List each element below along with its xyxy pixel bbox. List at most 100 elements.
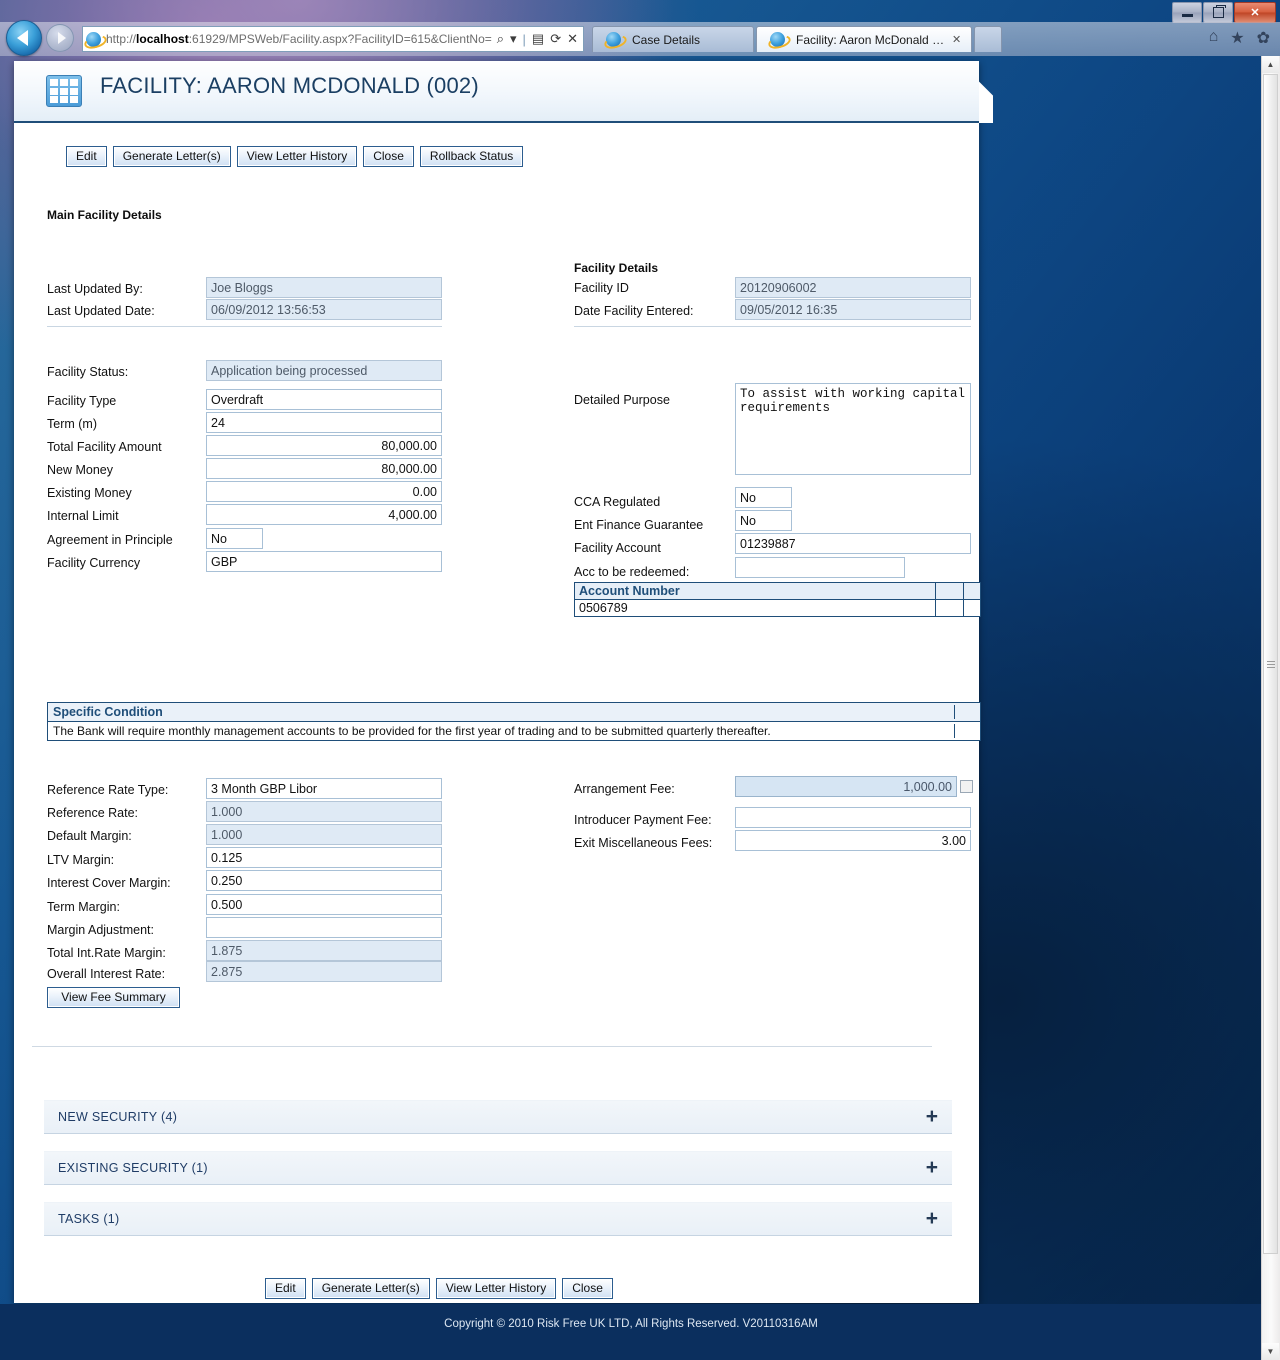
account-number-grid-header: Account Number xyxy=(575,583,980,600)
home-icon[interactable]: ⌂ xyxy=(1209,28,1219,48)
last-updated-date-field[interactable] xyxy=(206,299,442,320)
ent-finance-guarantee-field[interactable] xyxy=(735,510,792,531)
last-updated-by-field[interactable] xyxy=(206,277,442,298)
settings-gear-icon[interactable]: ✿ xyxy=(1257,28,1270,48)
facility-currency-label: Facility Currency xyxy=(47,556,141,570)
edit-button-bottom[interactable]: Edit xyxy=(265,1278,306,1299)
edit-button-top[interactable]: Edit xyxy=(66,146,107,167)
view-fee-summary-button[interactable]: View Fee Summary xyxy=(47,987,180,1008)
introducer-payment-fee-field[interactable] xyxy=(735,807,971,828)
chevron-down-icon[interactable]: ▾ xyxy=(510,31,517,47)
acc-to-be-redeemed-label: Acc to be redeemed: xyxy=(574,565,690,579)
accordion-existing-security[interactable]: EXISTING SECURITY (1) + xyxy=(44,1151,952,1185)
facility-type-field[interactable] xyxy=(206,389,442,410)
tab-label: Facility: Aaron McDonald (0... xyxy=(796,32,946,47)
rollback-status-button[interactable]: Rollback Status xyxy=(419,146,524,167)
cca-regulated-field[interactable] xyxy=(735,487,792,508)
tab-label: Case Details xyxy=(632,32,701,47)
close-tab-icon[interactable]: ✕ xyxy=(952,33,961,46)
exit-miscellaneous-fees-field[interactable] xyxy=(735,830,971,851)
top-toolbar: Edit Generate Letter(s) View Letter Hist… xyxy=(66,146,524,167)
divider-right xyxy=(574,326,971,327)
new-tab-button[interactable] xyxy=(974,26,1003,52)
scroll-down-arrow-icon[interactable]: ▼ xyxy=(1262,1343,1279,1360)
arrangement-fee-checkbox[interactable] xyxy=(960,780,973,793)
specific-condition-text: The Bank will require monthly management… xyxy=(53,724,771,738)
internet-explorer-icon xyxy=(86,31,101,47)
divider-left xyxy=(47,326,442,327)
reference-rate-type-field[interactable] xyxy=(206,778,442,799)
agreement-in-principle-field[interactable] xyxy=(206,528,263,549)
acc-to-be-redeemed-field[interactable] xyxy=(735,557,905,578)
overall-interest-rate-field[interactable] xyxy=(206,961,442,982)
last-updated-date-label: Last Updated Date: xyxy=(47,304,155,318)
generate-letters-button-top[interactable]: Generate Letter(s) xyxy=(112,146,231,167)
date-facility-entered-field[interactable] xyxy=(735,299,971,320)
compatibility-view-icon[interactable]: ▤ xyxy=(532,31,544,47)
refresh-icon[interactable]: ⟳ xyxy=(550,31,561,47)
generate-letters-button-bottom[interactable]: Generate Letter(s) xyxy=(311,1278,430,1299)
term-margin-field[interactable] xyxy=(206,894,442,915)
ltv-margin-field[interactable] xyxy=(206,847,442,868)
internal-limit-label: Internal Limit xyxy=(47,509,119,523)
restore-button[interactable] xyxy=(1203,2,1233,23)
favorites-icon[interactable]: ★ xyxy=(1230,28,1244,48)
tab-case-details[interactable]: Case Details xyxy=(592,26,754,52)
scrollbar-thumb[interactable] xyxy=(1263,74,1278,1254)
view-letter-history-button-bottom[interactable]: View Letter History xyxy=(435,1278,557,1299)
total-facility-amount-label: Total Facility Amount xyxy=(47,440,162,454)
close-button-top[interactable]: Close xyxy=(363,146,414,167)
scroll-up-arrow-icon[interactable]: ▲ xyxy=(1262,56,1279,73)
new-money-field[interactable] xyxy=(206,458,442,479)
accordion-new-security[interactable]: NEW SECURITY (4) + xyxy=(44,1100,952,1134)
exit-miscellaneous-fees-label: Exit Miscellaneous Fees: xyxy=(574,836,713,850)
accordion-label: TASKS (1) xyxy=(58,1212,120,1226)
accordion-tasks[interactable]: TASKS (1) + xyxy=(44,1202,952,1236)
stop-icon[interactable]: ✕ xyxy=(567,31,578,47)
accordion-label: NEW SECURITY (4) xyxy=(58,1110,178,1124)
term-months-field[interactable] xyxy=(206,412,442,433)
margin-adjustment-label: Margin Adjustment: xyxy=(47,923,154,937)
term-margin-label: Term Margin: xyxy=(47,900,120,914)
address-bar[interactable]: http://localhost:61929/MPSWeb/Facility.a… xyxy=(82,26,584,52)
facility-account-field[interactable] xyxy=(735,533,971,554)
total-interest-rate-margin-field[interactable] xyxy=(206,940,442,961)
existing-money-field[interactable] xyxy=(206,481,442,502)
interest-cover-margin-label: Interest Cover Margin: xyxy=(47,876,171,890)
reference-rate-field[interactable] xyxy=(206,801,442,822)
expand-plus-icon[interactable]: + xyxy=(926,1106,938,1127)
address-icon-divider: | xyxy=(522,31,526,47)
ent-finance-guarantee-label: Ent Finance Guarantee xyxy=(574,518,704,532)
forward-button[interactable] xyxy=(46,24,74,52)
last-updated-by-label: Last Updated By: xyxy=(47,282,143,296)
specific-condition-panel: Specific Condition The Bank will require… xyxy=(47,702,981,741)
cell-action-2[interactable] xyxy=(964,600,980,616)
back-button[interactable] xyxy=(6,20,42,56)
table-row[interactable]: 0506789 xyxy=(575,600,980,616)
margin-adjustment-field[interactable] xyxy=(206,917,442,938)
arrangement-fee-field[interactable] xyxy=(735,776,957,797)
cell-action-1[interactable] xyxy=(936,600,964,616)
close-window-button[interactable]: ✕ xyxy=(1234,2,1276,23)
facility-status-field[interactable] xyxy=(206,360,442,381)
search-icon[interactable]: ⌕ xyxy=(497,31,504,47)
minimize-button[interactable] xyxy=(1172,2,1202,23)
view-letter-history-button-top[interactable]: View Letter History xyxy=(236,146,358,167)
expand-plus-icon[interactable]: + xyxy=(926,1208,938,1229)
close-button-bottom[interactable]: Close xyxy=(562,1278,613,1299)
expand-plus-icon[interactable]: + xyxy=(926,1157,938,1178)
window-controls: ✕ xyxy=(1172,2,1276,23)
page-scrollbar[interactable]: ▲ ▼ xyxy=(1261,56,1280,1360)
specific-condition-body-spacer[interactable] xyxy=(954,724,975,738)
internal-limit-field[interactable] xyxy=(206,504,442,525)
browser-window: ✕ http://localhost:61929/MPSWeb/Facility… xyxy=(0,0,1280,1360)
detailed-purpose-textarea[interactable]: To assist with working capital requireme… xyxy=(735,383,971,475)
facility-account-label: Facility Account xyxy=(574,541,661,555)
default-margin-field[interactable] xyxy=(206,824,442,845)
tab-facility-aaron-mcdonald[interactable]: Facility: Aaron McDonald (0... ✕ xyxy=(756,26,973,52)
facility-id-field[interactable] xyxy=(735,277,971,298)
reference-rate-type-label: Reference Rate Type: xyxy=(47,783,169,797)
facility-currency-field[interactable] xyxy=(206,551,442,572)
interest-cover-margin-field[interactable] xyxy=(206,870,442,891)
total-facility-amount-field[interactable] xyxy=(206,435,442,456)
